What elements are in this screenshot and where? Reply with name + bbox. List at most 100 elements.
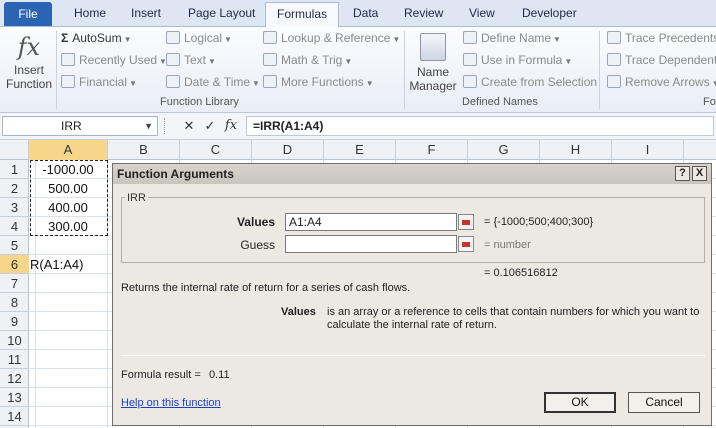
chevron-down-icon: ▼ (344, 57, 353, 66)
column-header-h[interactable]: H (540, 140, 612, 160)
chevron-down-icon: ▼ (392, 35, 401, 44)
row-header[interactable]: 8 (0, 293, 29, 312)
dialog-title-bar[interactable]: Function Arguments ? X (113, 164, 711, 184)
tab-view[interactable]: View (469, 6, 495, 22)
name-box[interactable]: IRR ▼ (2, 116, 158, 136)
chevron-down-icon[interactable]: ▼ (144, 117, 153, 135)
autosum-button[interactable]: Σ AutoSum ▼ (61, 31, 131, 45)
tab-data[interactable]: Data (353, 6, 378, 22)
column-header-a[interactable]: A (29, 140, 108, 160)
more-functions-button[interactable]: More Functions ▼ (263, 75, 374, 89)
date-time-button[interactable]: Date & Time ▼ (166, 75, 260, 89)
create-from-selection-label: Create from Selection (481, 75, 598, 89)
more-functions-label: More Functions (281, 75, 364, 89)
collapse-dialog-values-button[interactable] (458, 214, 474, 230)
function-description: Returns the internal rate of return for … (121, 282, 411, 294)
guess-evaluated: = number (484, 239, 531, 251)
sigma-icon: Σ (61, 31, 69, 45)
row-header[interactable]: 14 (0, 407, 29, 426)
math-trig-label: Math & Trig (281, 53, 343, 67)
enter-formula-button[interactable]: ✓ (201, 117, 219, 135)
select-all-corner[interactable] (0, 140, 29, 160)
row-header[interactable]: 4 (0, 217, 29, 236)
tag-icon (463, 31, 477, 44)
ribbon-tab-bar: File Home Insert Page Layout Formulas Da… (0, 0, 716, 28)
logical-icon (166, 31, 180, 44)
tab-page-layout[interactable]: Page Layout (188, 6, 255, 22)
chevron-down-icon: ▼ (208, 57, 216, 66)
row-header[interactable]: 3 (0, 198, 29, 217)
ribbon: fx Insert Function Σ AutoSum ▼ Recently Us… (0, 27, 716, 113)
trace-precedents-button[interactable]: Trace Precedents (607, 31, 716, 45)
divider (164, 118, 176, 134)
financial-button[interactable]: Financial ▼ (61, 75, 137, 89)
help-on-function-link[interactable]: Help on this function (121, 397, 221, 409)
row-header[interactable]: 9 (0, 312, 29, 331)
help-button[interactable]: ? (675, 166, 690, 181)
tab-home[interactable]: Home (74, 6, 106, 22)
chevron-down-icon: ▼ (224, 35, 232, 44)
create-from-selection-button[interactable]: Create from Selection (463, 75, 597, 89)
column-header-e[interactable]: E (324, 140, 396, 160)
close-button[interactable]: X (692, 166, 707, 181)
row-header[interactable]: 11 (0, 350, 29, 369)
column-headers: A B C D E F G H I (0, 140, 716, 160)
chevron-down-icon: ▼ (365, 79, 374, 88)
insert-function-button[interactable]: fx Insert Function (4, 31, 54, 93)
financial-label: Financial (79, 75, 128, 89)
column-header-i[interactable]: I (612, 140, 684, 160)
values-input[interactable]: A1:A4 (285, 213, 457, 231)
name-manager-button[interactable]: Name Manager (408, 31, 458, 93)
row-header[interactable]: 1 (0, 160, 29, 179)
cancel-button[interactable]: Cancel (628, 392, 700, 413)
autosum-label: AutoSum (72, 31, 122, 45)
column-header-d[interactable]: D (252, 140, 324, 160)
use-in-formula-label: Use in Formula (481, 53, 563, 67)
argument-name: Values (281, 306, 316, 318)
row-header[interactable]: 7 (0, 274, 29, 293)
cell-a6[interactable]: R(A1:A4) (30, 255, 112, 274)
trace-precedents-label: Trace Precedents (625, 31, 716, 45)
remove-arrows-icon (607, 75, 621, 88)
tab-developer[interactable]: Developer (522, 6, 577, 22)
use-in-formula-button[interactable]: Use in Formula ▼ (463, 53, 572, 67)
recently-used-button[interactable]: Recently Used ▼ (61, 53, 167, 67)
ok-button[interactable]: OK (544, 392, 616, 413)
lookup-reference-label: Lookup & Reference (281, 31, 391, 45)
text-button[interactable]: Text ▼ (166, 53, 216, 67)
formula-input[interactable]: =IRR(A1:A4) (246, 116, 714, 136)
formula-result-label: Formula result = (121, 369, 201, 381)
tab-formulas[interactable]: Formulas (265, 2, 339, 28)
row-header[interactable]: 2 (0, 179, 29, 198)
remove-arrows-button[interactable]: Remove Arrows ▼ (607, 75, 716, 89)
column-header-g[interactable]: G (468, 140, 540, 160)
fx-small-icon (463, 53, 477, 66)
lookup-reference-button[interactable]: Lookup & Reference ▼ (263, 31, 400, 45)
values-label: Values (236, 215, 275, 229)
cancel-formula-button[interactable]: ✕ (180, 117, 198, 135)
separator (404, 31, 405, 109)
column-header-c[interactable]: C (180, 140, 252, 160)
define-name-button[interactable]: Define Name ▼ (463, 31, 561, 45)
row-header[interactable]: 6 (0, 255, 29, 274)
row-header[interactable]: 5 (0, 236, 29, 255)
logical-button[interactable]: Logical ▼ (166, 31, 232, 45)
column-header-b[interactable]: B (108, 140, 180, 160)
insert-function-small-button[interactable]: fx (222, 117, 240, 135)
divider (121, 355, 705, 356)
row-header[interactable]: 10 (0, 331, 29, 350)
chevron-down-icon: ▼ (564, 57, 573, 66)
tab-file[interactable]: File (4, 2, 52, 26)
math-trig-button[interactable]: Math & Trig ▼ (263, 53, 352, 67)
row-header[interactable]: 12 (0, 369, 29, 388)
insert-function-label-1: Insert (13, 63, 44, 77)
tab-insert[interactable]: Insert (131, 6, 161, 22)
tab-review[interactable]: Review (404, 6, 443, 22)
column-header-f[interactable]: F (396, 140, 468, 160)
guess-label: Guess (240, 238, 275, 252)
row-header[interactable]: 13 (0, 388, 29, 407)
guess-input[interactable] (285, 235, 457, 253)
trace-dependents-button[interactable]: Trace Dependents (607, 53, 716, 67)
collapse-dialog-guess-button[interactable] (458, 236, 474, 252)
more-functions-icon (263, 75, 277, 88)
